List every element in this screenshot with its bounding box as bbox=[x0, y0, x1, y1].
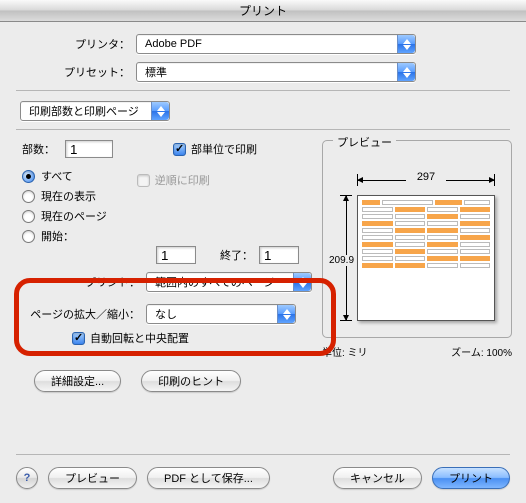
window-title: プリント bbox=[239, 4, 287, 18]
preview-panel: プレビュー 297 209.9 bbox=[322, 140, 512, 392]
page-thumbnail bbox=[357, 195, 495, 321]
zoom-label: ズーム: 100% bbox=[451, 344, 512, 359]
reverse-label: 逆順に印刷 bbox=[155, 172, 210, 188]
radio-icon bbox=[22, 210, 35, 223]
print-pages-label: プリント： bbox=[16, 274, 146, 290]
updown-arrows-icon bbox=[397, 35, 415, 53]
range-current-view-radio[interactable]: 現在の表示 bbox=[22, 188, 107, 204]
radio-icon bbox=[22, 190, 35, 203]
print-button[interactable]: プリント bbox=[432, 467, 510, 489]
radio-icon bbox=[22, 170, 35, 183]
hint-button[interactable]: 印刷のヒント bbox=[141, 370, 241, 392]
updown-arrows-icon bbox=[151, 102, 169, 120]
preview-canvas: 297 209.9 bbox=[333, 167, 501, 327]
checkbox-icon bbox=[72, 332, 85, 345]
scaling-label: ページの拡大／縮小： bbox=[16, 306, 146, 322]
range-to-label: 終了： bbox=[220, 247, 253, 263]
scaling-value: なし bbox=[155, 306, 177, 322]
section-value: 印刷部数と印刷ページ bbox=[29, 103, 139, 119]
reverse-checkbox[interactable]: 逆順に印刷 bbox=[137, 172, 210, 188]
print-pages-value: 範囲内のすべてのページ bbox=[155, 274, 275, 290]
print-dialog-sheet: プリンタ： Adobe PDF プリセット： 標準 印刷部数と印刷ページ bbox=[0, 22, 526, 503]
range-all-label: すべて bbox=[41, 168, 73, 184]
advanced-button[interactable]: 詳細設定... bbox=[34, 370, 121, 392]
dimension-width: 297 bbox=[357, 171, 495, 189]
unit-label: 単位: ミリ bbox=[322, 344, 368, 359]
updown-arrows-icon bbox=[293, 273, 311, 291]
radio-icon bbox=[22, 230, 35, 243]
checkbox-icon bbox=[173, 143, 186, 156]
range-current-page-label: 現在のページ bbox=[41, 208, 107, 224]
auto-rotate-checkbox[interactable]: 自動回転と中央配置 bbox=[72, 330, 189, 346]
preview-button[interactable]: プレビュー bbox=[48, 467, 137, 489]
section-select[interactable]: 印刷部数と印刷ページ bbox=[20, 101, 170, 121]
printer-label: プリンタ： bbox=[16, 36, 136, 52]
divider bbox=[16, 129, 510, 130]
preset-select[interactable]: 標準 bbox=[136, 62, 416, 82]
preset-label: プリセット： bbox=[16, 64, 136, 80]
range-all-radio[interactable]: すべて bbox=[22, 168, 107, 184]
checkbox-icon bbox=[137, 174, 150, 187]
save-as-pdf-button[interactable]: PDF として保存... bbox=[147, 467, 270, 489]
divider bbox=[16, 90, 510, 91]
range-to-input[interactable] bbox=[259, 246, 299, 264]
auto-rotate-label: 自動回転と中央配置 bbox=[90, 330, 189, 346]
range-start-label: 開始： bbox=[41, 228, 74, 244]
window-titlebar: プリント bbox=[0, 0, 526, 22]
range-current-view-label: 現在の表示 bbox=[41, 188, 96, 204]
collate-label: 部単位で印刷 bbox=[191, 141, 257, 157]
dimension-height: 209.9 bbox=[337, 195, 355, 321]
divider bbox=[16, 454, 510, 455]
range-start-radio[interactable]: 開始： bbox=[22, 228, 107, 244]
scaling-select[interactable]: なし bbox=[146, 304, 296, 324]
range-current-page-radio[interactable]: 現在のページ bbox=[22, 208, 107, 224]
print-pages-select[interactable]: 範囲内のすべてのページ bbox=[146, 272, 312, 292]
cancel-button[interactable]: キャンセル bbox=[333, 467, 422, 489]
printer-value: Adobe PDF bbox=[145, 38, 202, 50]
help-button[interactable]: ? bbox=[16, 467, 38, 489]
updown-arrows-icon bbox=[277, 305, 295, 323]
preset-value: 標準 bbox=[145, 64, 167, 80]
copies-input[interactable] bbox=[65, 140, 113, 158]
range-from-input[interactable] bbox=[156, 246, 196, 264]
collate-checkbox[interactable]: 部単位で印刷 bbox=[173, 141, 257, 157]
updown-arrows-icon bbox=[397, 63, 415, 81]
copies-label: 部数： bbox=[22, 141, 55, 157]
preview-legend: プレビュー bbox=[333, 134, 396, 150]
printer-select[interactable]: Adobe PDF bbox=[136, 34, 416, 54]
